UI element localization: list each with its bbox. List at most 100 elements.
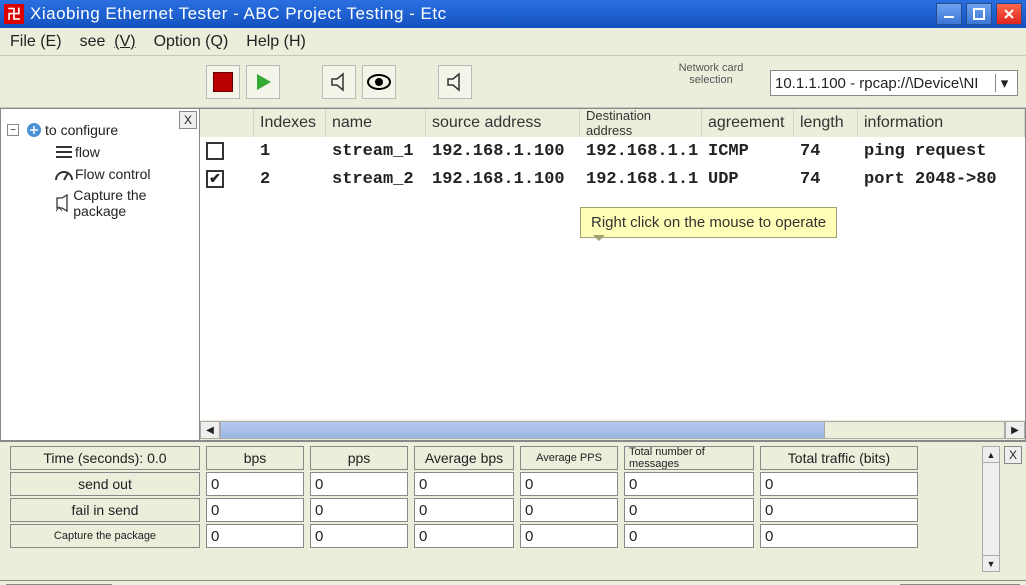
scroll-up-icon[interactable]: ▲ bbox=[983, 447, 999, 463]
row-checkbox[interactable]: ✔ bbox=[206, 170, 224, 188]
toolbar: Network card selection 10.1.1.100 - rpca… bbox=[0, 56, 1026, 108]
capture-icon bbox=[53, 194, 73, 212]
col-checkbox[interactable] bbox=[200, 109, 254, 137]
stats-header-avgpps: Average PPS bbox=[520, 446, 618, 470]
sidebar: X − to configure flow Flow control Captu… bbox=[0, 108, 200, 441]
stats-cell: 0 bbox=[414, 498, 514, 522]
cell-proto: ICMP bbox=[702, 137, 794, 165]
context-tooltip: Right click on the mouse to operate bbox=[580, 207, 837, 238]
tree-item-capture[interactable]: Capture the package bbox=[7, 187, 193, 219]
stats-vertical-scrollbar[interactable]: ▲ ▼ bbox=[982, 446, 1000, 572]
stats-cell: 0 bbox=[520, 524, 618, 548]
network-card-value: 10.1.1.100 - rpcap://\Device\NI bbox=[775, 75, 978, 92]
close-button[interactable] bbox=[996, 3, 1022, 25]
stats-row-capture: Capture the package bbox=[10, 524, 200, 548]
stats-cell: 0 bbox=[206, 524, 304, 548]
stats-cell: 0 bbox=[760, 472, 918, 496]
cell-src: 192.168.1.100 bbox=[426, 137, 580, 165]
window-title: Xiaobing Ethernet Tester - ABC Project T… bbox=[30, 4, 936, 24]
scroll-track[interactable] bbox=[220, 421, 1005, 439]
cell-index: 1 bbox=[254, 137, 326, 165]
cell-len: 74 bbox=[794, 137, 858, 165]
stats-cell: 0 bbox=[760, 524, 918, 548]
tree-item-flow[interactable]: flow bbox=[7, 143, 193, 161]
stats-header-totaltraffic: Total traffic (bits) bbox=[760, 446, 918, 470]
play-button[interactable] bbox=[246, 65, 280, 99]
col-agreement[interactable]: agreement bbox=[702, 109, 794, 137]
stats-cell: 0 bbox=[310, 472, 408, 496]
cell-dst: 192.168.1.1 bbox=[580, 137, 702, 165]
stats-close-button[interactable]: X bbox=[1004, 446, 1022, 464]
tabbar: Statistics i information bbox=[0, 581, 1026, 585]
cell-name: stream_1 bbox=[326, 137, 426, 165]
cell-info: ping request bbox=[858, 137, 1025, 165]
stats-header-bps: bps bbox=[206, 446, 304, 470]
cell-info: port 2048->80 bbox=[858, 165, 1025, 193]
table-row[interactable]: 1 stream_1 192.168.1.100 192.168.1.1 ICM… bbox=[200, 137, 1025, 165]
cell-len: 74 bbox=[794, 165, 858, 193]
menubar: File (E) see (V) Option (Q) Help (H) bbox=[0, 28, 1026, 56]
network-card-label: Network card selection bbox=[656, 62, 766, 86]
menu-see[interactable]: see (V) bbox=[80, 33, 136, 51]
stats-header-time: Time (seconds): 0.0 bbox=[10, 446, 200, 470]
stats-cell: 0 bbox=[310, 498, 408, 522]
tree-root-label: to configure bbox=[45, 122, 118, 138]
stats-cell: 0 bbox=[310, 524, 408, 548]
stats-cell: 0 bbox=[760, 498, 918, 522]
scroll-down-icon[interactable]: ▼ bbox=[983, 555, 999, 571]
cell-proto: UDP bbox=[702, 165, 794, 193]
speaker2-button[interactable] bbox=[438, 65, 472, 99]
stats-cell: 0 bbox=[520, 498, 618, 522]
stats-cell: 0 bbox=[624, 524, 754, 548]
stats-row-send: send out bbox=[10, 472, 200, 496]
cell-name: stream_2 bbox=[326, 165, 426, 193]
list-icon bbox=[53, 143, 75, 161]
stats-cell: 0 bbox=[414, 524, 514, 548]
table-row[interactable]: ✔ 2 stream_2 192.168.1.100 192.168.1.1 U… bbox=[200, 165, 1025, 193]
table-body[interactable]: 1 stream_1 192.168.1.100 192.168.1.1 ICM… bbox=[200, 137, 1025, 420]
col-source[interactable]: source address bbox=[426, 109, 580, 137]
stats-row-fail: fail in send bbox=[10, 498, 200, 522]
scroll-left-icon[interactable]: ◀ bbox=[200, 421, 220, 439]
stats-cell: 0 bbox=[206, 498, 304, 522]
minimize-button[interactable] bbox=[936, 3, 962, 25]
stats-panel: X ▲ ▼ Time (seconds): 0.0 bps pps Averag… bbox=[0, 441, 1026, 581]
tree-item-label: flow bbox=[75, 144, 100, 160]
chevron-down-icon[interactable]: ▾ bbox=[995, 74, 1013, 92]
main-panel: Indexes name source address Destination … bbox=[200, 108, 1026, 441]
col-information[interactable]: information bbox=[858, 109, 1025, 137]
horizontal-scrollbar[interactable]: ◀ ▶ bbox=[200, 420, 1025, 440]
sidebar-close-button[interactable]: X bbox=[179, 111, 197, 129]
table-header: Indexes name source address Destination … bbox=[200, 109, 1025, 137]
titlebar: 卍 Xiaobing Ethernet Tester - ABC Project… bbox=[0, 0, 1026, 28]
menu-file[interactable]: File (E) bbox=[10, 33, 62, 51]
speaker-button[interactable] bbox=[322, 65, 356, 99]
menu-option[interactable]: Option (Q) bbox=[154, 33, 229, 51]
collapse-icon[interactable]: − bbox=[7, 124, 19, 136]
stats-cell: 0 bbox=[624, 472, 754, 496]
stats-cell: 0 bbox=[624, 498, 754, 522]
tree-root[interactable]: − to configure bbox=[7, 121, 193, 139]
scroll-right-icon[interactable]: ▶ bbox=[1005, 421, 1025, 439]
col-indexes[interactable]: Indexes bbox=[254, 109, 326, 137]
stats-cell: 0 bbox=[414, 472, 514, 496]
app-icon: 卍 bbox=[4, 4, 24, 24]
menu-help[interactable]: Help (H) bbox=[246, 33, 306, 51]
col-name[interactable]: name bbox=[326, 109, 426, 137]
gear-icon bbox=[23, 121, 45, 139]
cell-index: 2 bbox=[254, 165, 326, 193]
col-destination[interactable]: Destination address bbox=[580, 109, 702, 137]
stats-header-totalmsgs: Total number of messages bbox=[624, 446, 754, 470]
stats-header-pps: pps bbox=[310, 446, 408, 470]
stats-header-avgbps: Average bps bbox=[414, 446, 514, 470]
stop-button[interactable] bbox=[206, 65, 240, 99]
tree-item-label: Capture the package bbox=[73, 187, 193, 219]
maximize-button[interactable] bbox=[966, 3, 992, 25]
cell-src: 192.168.1.100 bbox=[426, 165, 580, 193]
tree-item-flow-control[interactable]: Flow control bbox=[7, 165, 193, 183]
network-card-select[interactable]: 10.1.1.100 - rpcap://\Device\NI ▾ bbox=[770, 70, 1018, 96]
stats-cell: 0 bbox=[520, 472, 618, 496]
eye-button[interactable] bbox=[362, 65, 396, 99]
row-checkbox[interactable] bbox=[206, 142, 224, 160]
col-length[interactable]: length bbox=[794, 109, 858, 137]
